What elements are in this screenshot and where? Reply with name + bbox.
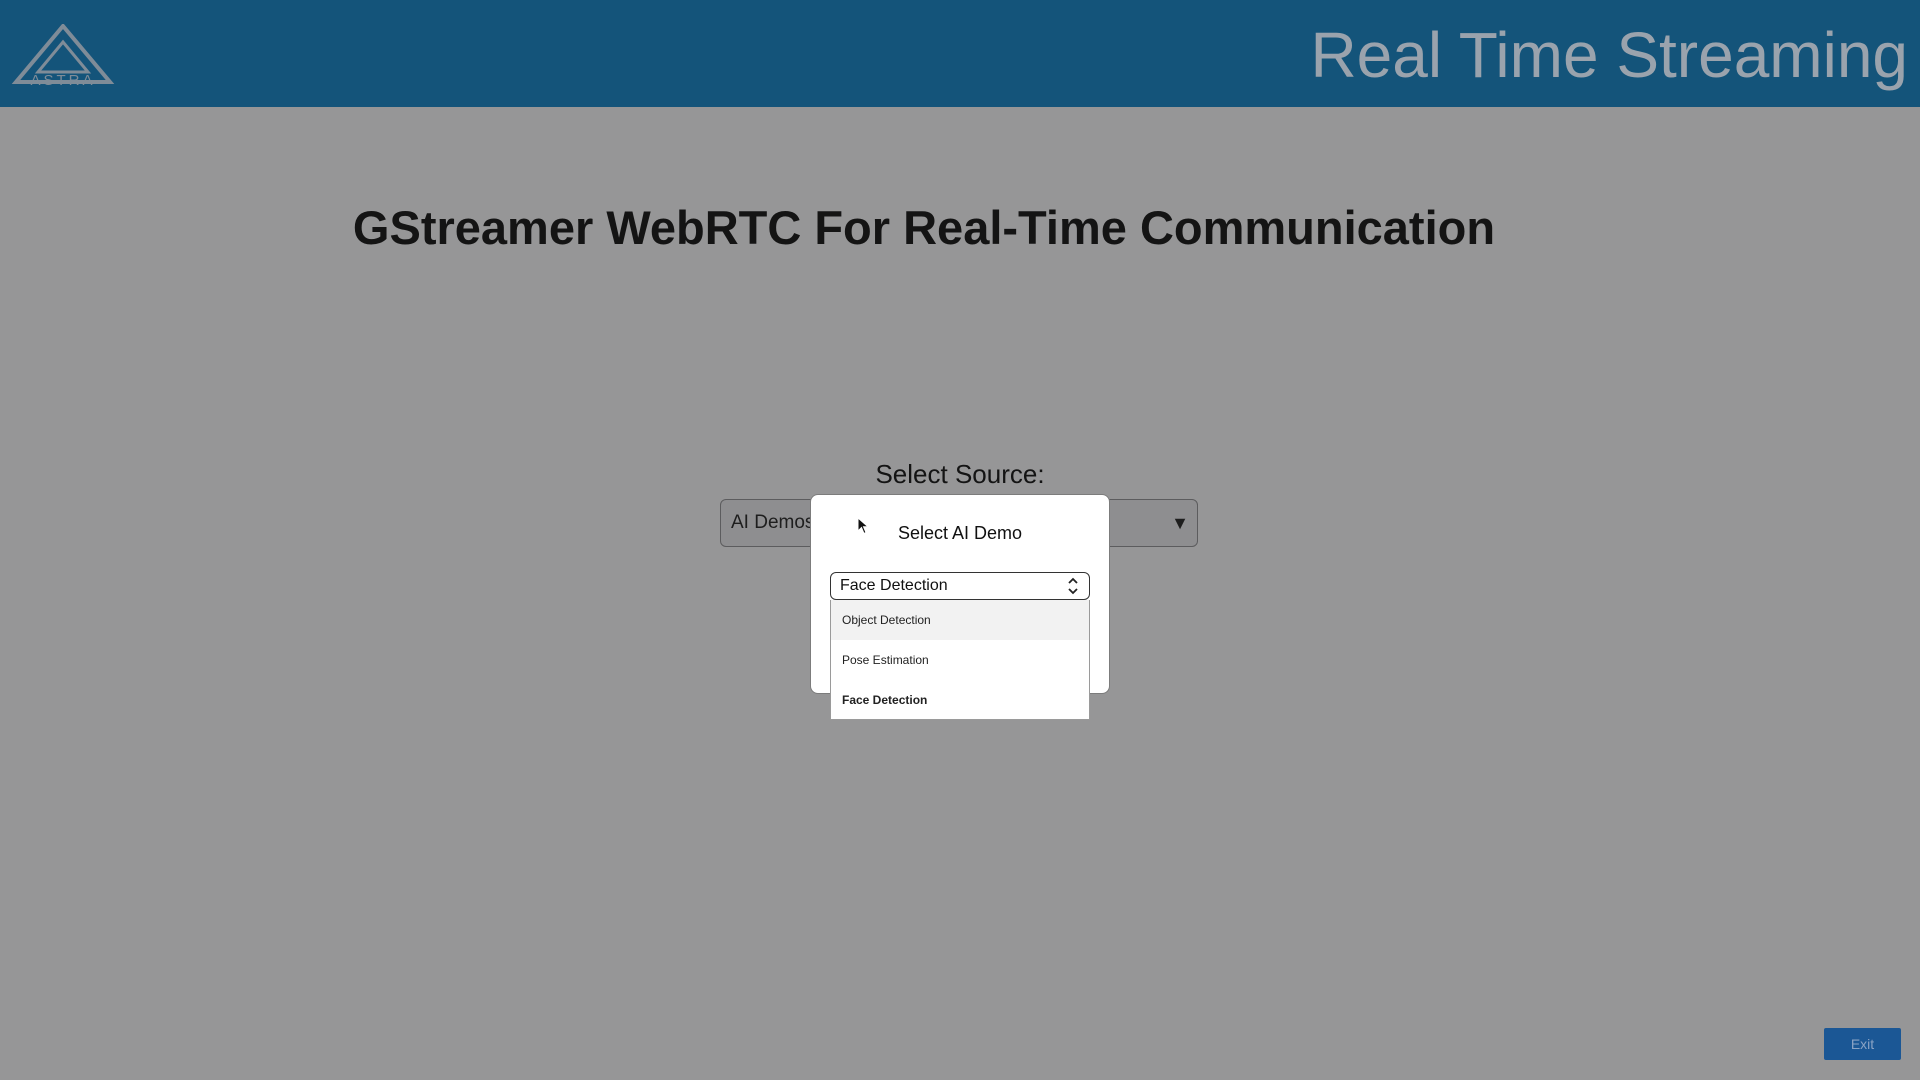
source-select-value: AI Demos bbox=[731, 512, 815, 533]
mouse-cursor-icon bbox=[857, 517, 869, 535]
option-object-detection[interactable]: Object Detection bbox=[831, 600, 1089, 640]
option-face-detection[interactable]: Face Detection bbox=[831, 680, 1089, 720]
select-source-label: Select Source: bbox=[875, 459, 1045, 489]
ai-demo-options-list: Object Detection Pose Estimation Face De… bbox=[830, 600, 1090, 720]
svg-text:ASTRA: ASTRA bbox=[30, 72, 95, 86]
astra-logo-icon: ASTRA bbox=[11, 24, 115, 86]
page-title: GStreamer WebRTC For Real-Time Communica… bbox=[352, 201, 1496, 254]
dropdown-arrow-icon: ▼ bbox=[1171, 513, 1189, 533]
astra-logo: ASTRA bbox=[10, 24, 116, 86]
dialog-title: Select AI Demo bbox=[897, 523, 1023, 543]
app-title: Real Time Streaming bbox=[1310, 19, 1908, 91]
exit-button[interactable]: Exit bbox=[1824, 1028, 1901, 1060]
option-pose-estimation[interactable]: Pose Estimation bbox=[831, 640, 1089, 680]
select-arrows-icon bbox=[1068, 577, 1078, 595]
ai-demo-select-value: Face Detection bbox=[840, 577, 948, 594]
header-bar: ASTRA Real Time Streaming bbox=[0, 0, 1920, 107]
ai-demo-select[interactable]: Face Detection bbox=[830, 572, 1090, 600]
